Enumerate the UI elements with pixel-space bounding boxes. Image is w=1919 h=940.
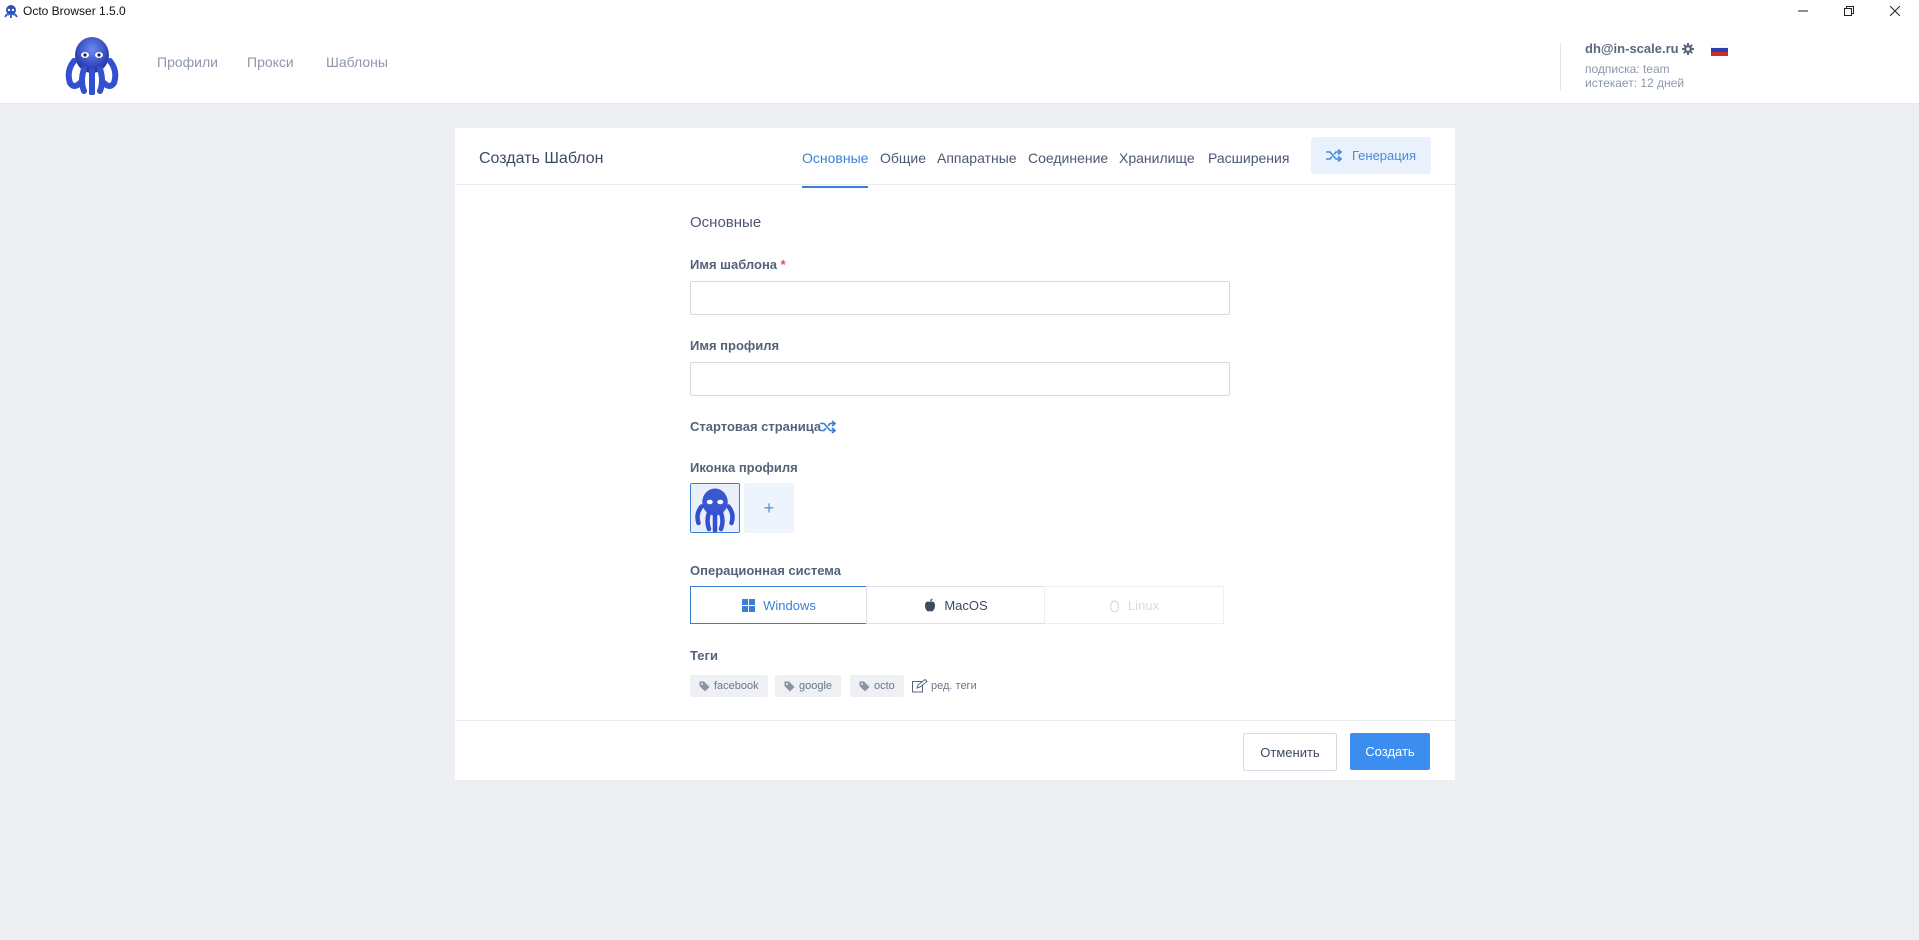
octopus-icon — [691, 484, 739, 532]
minimize-icon — [1798, 10, 1808, 12]
tag-label: facebook — [714, 680, 759, 692]
generate-label: Генерация — [1351, 148, 1417, 163]
subscription-text: подписка: team — [1585, 62, 1670, 76]
edit-tags-label: ред. теги — [931, 680, 977, 692]
card-title: Создать Шаблон — [479, 150, 604, 167]
window-title: Octo Browser 1.5.0 — [23, 4, 126, 18]
required-marker: * — [780, 257, 786, 272]
nav-proxies[interactable]: Прокси — [247, 54, 294, 70]
tag-label: google — [799, 680, 833, 692]
os-windows-button[interactable]: Windows — [690, 586, 868, 624]
app-header: Профили Прокси Шаблоны dh@in-scale.ru по… — [0, 23, 1919, 104]
os-windows-label: Windows — [763, 597, 816, 613]
create-button[interactable]: Создать — [1350, 733, 1430, 770]
os-macos-label: MacOS — [944, 597, 988, 613]
create-template-card: Создать Шаблон Основные Общие Аппаратные… — [455, 128, 1455, 780]
shuffle-icon — [1325, 149, 1342, 162]
os-label: Операционная система — [690, 563, 841, 578]
profile-icon-label: Иконка профиля — [690, 460, 798, 475]
tab-basic[interactable]: Основные — [802, 150, 869, 188]
russia-flag-icon[interactable] — [1711, 44, 1728, 56]
os-linux-label: Linux — [1127, 597, 1160, 613]
tab-connection[interactable]: Соединение — [1028, 150, 1108, 186]
cancel-button[interactable]: Отменить — [1243, 733, 1337, 771]
add-icon-button[interactable]: + — [744, 483, 794, 533]
close-icon — [1890, 6, 1900, 16]
tag-icon — [784, 681, 795, 691]
edit-tags-link[interactable]: ред. теги — [912, 675, 977, 697]
tag-icon — [699, 681, 710, 691]
window-titlebar: Octo Browser 1.5.0 — [0, 0, 1919, 23]
edit-icon — [912, 679, 928, 693]
tag-label: octo — [874, 680, 895, 692]
user-divider — [1560, 43, 1561, 91]
tab-general[interactable]: Общие — [880, 150, 926, 186]
start-page-shuffle-icon[interactable] — [820, 420, 836, 434]
os-macos-button[interactable]: MacOS — [866, 586, 1046, 624]
profile-name-label: Имя профиля — [690, 338, 780, 353]
gear-icon[interactable] — [1682, 43, 1694, 55]
minimize-button[interactable] — [1780, 0, 1826, 22]
user-email[interactable]: dh@in-scale.ru — [1585, 41, 1679, 56]
tab-extensions[interactable]: Расширения — [1208, 150, 1289, 186]
generate-button[interactable]: Генерация — [1311, 137, 1431, 174]
start-page-label: Стартовая страница — [690, 419, 822, 434]
expires-text: истекает: 12 дней — [1585, 76, 1685, 90]
template-name-label: Имя шаблона * — [690, 257, 786, 272]
tag-facebook[interactable]: facebook — [690, 675, 768, 697]
octo-app-icon — [4, 5, 18, 18]
octo-logo[interactable] — [60, 31, 124, 95]
card-header-divider — [455, 184, 1455, 185]
os-linux-button: Linux — [1044, 586, 1224, 624]
section-title: Основные — [690, 214, 762, 231]
restore-button[interactable] — [1826, 0, 1872, 22]
tag-icon — [859, 681, 870, 691]
restore-icon — [1844, 6, 1854, 16]
nav-templates[interactable]: Шаблоны — [326, 54, 388, 70]
template-name-input[interactable] — [690, 281, 1230, 315]
apple-icon — [925, 598, 936, 612]
tag-octo[interactable]: octo — [850, 675, 904, 697]
tab-hardware[interactable]: Аппаратные — [937, 150, 1017, 186]
tab-storage[interactable]: Хранилище — [1119, 150, 1195, 186]
linux-icon — [1109, 599, 1120, 612]
profile-icon-thumbnail[interactable] — [690, 483, 740, 533]
windows-icon — [742, 598, 756, 612]
tag-google[interactable]: google — [775, 675, 842, 697]
card-footer-divider — [455, 720, 1455, 721]
close-window-button[interactable] — [1872, 0, 1918, 22]
profile-name-input[interactable] — [690, 362, 1230, 396]
tags-label: Теги — [690, 648, 718, 663]
template-name-label-text: Имя шаблона — [690, 257, 778, 272]
nav-profiles[interactable]: Профили — [157, 54, 218, 70]
